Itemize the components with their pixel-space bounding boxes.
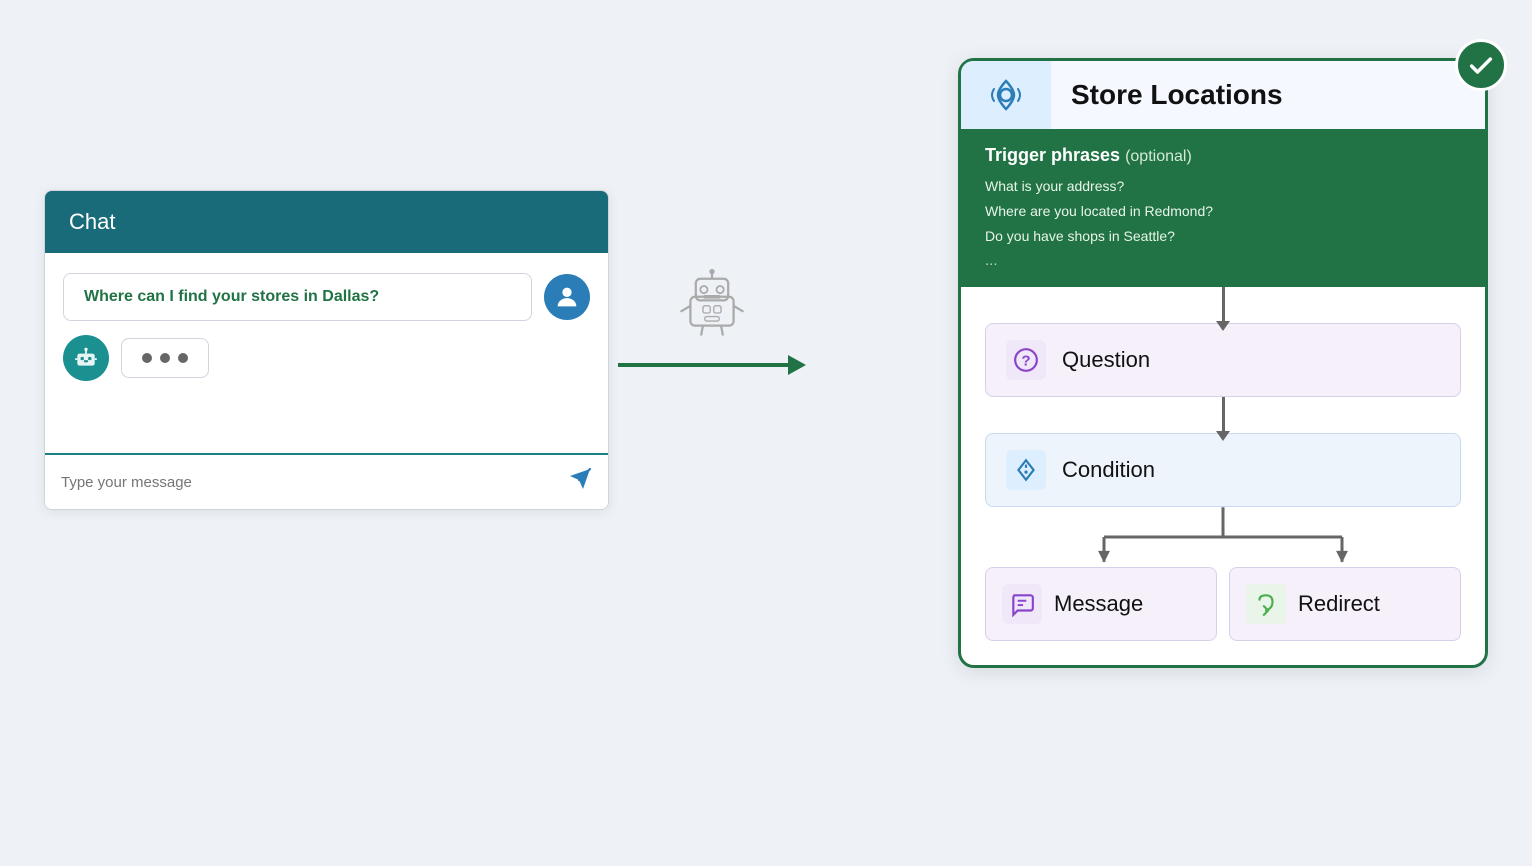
flow-icon-box — [961, 61, 1051, 129]
send-icon[interactable] — [568, 467, 592, 497]
trigger-phrase-3: Do you have shops in Seattle? — [985, 224, 1461, 249]
user-message-row: Where can I find your stores in Dallas? — [63, 273, 590, 321]
trigger-label: Trigger phrases (optional) — [985, 145, 1461, 166]
chat-header-label: Chat — [69, 209, 115, 234]
redirect-node[interactable]: Redirect — [1229, 567, 1461, 641]
connection-arrow — [618, 355, 806, 375]
question-icon: ? — [1013, 347, 1039, 373]
dot-1 — [142, 353, 152, 363]
condition-label: Condition — [1062, 457, 1155, 483]
trigger-phrase-1: What is your address? — [985, 174, 1461, 199]
chat-panel: Chat Where can I find your stores in Dal… — [44, 190, 609, 510]
flow-title-box: Store Locations — [1051, 61, 1485, 129]
redirect-label: Redirect — [1298, 591, 1380, 617]
flow-panel: Store Locations Trigger phrases (optiona… — [958, 58, 1488, 668]
arrow-to-question — [1222, 287, 1225, 323]
message-icon-box — [1002, 584, 1042, 624]
chat-body: Where can I find your stores in Dallas? — [45, 253, 608, 453]
trigger-phrase-2: Where are you located in Redmond? — [985, 199, 1461, 224]
branch-lines-svg — [985, 507, 1461, 567]
message-label: Message — [1054, 591, 1143, 617]
svg-text:?: ? — [1021, 352, 1030, 369]
redirect-icon-box — [1246, 584, 1286, 624]
chat-typing-indicator — [121, 338, 209, 378]
condition-icon-box — [1006, 450, 1046, 490]
user-message-bubble: Where can I find your stores in Dallas? — [63, 273, 532, 321]
canvas: Chat Where can I find your stores in Dal… — [0, 0, 1532, 866]
robot-icon — [676, 268, 748, 345]
message-node[interactable]: Message — [985, 567, 1217, 641]
branch-nodes: Message Redirect — [985, 567, 1461, 641]
bot-typing-row — [63, 335, 590, 381]
store-icon — [984, 73, 1028, 117]
user-icon — [553, 283, 581, 311]
trigger-phrases-section: Trigger phrases (optional) What is your … — [961, 129, 1485, 287]
chat-header: Chat — [45, 191, 608, 253]
flow-title: Store Locations — [1071, 79, 1283, 111]
condition-icon — [1013, 457, 1039, 483]
chat-input-row — [45, 453, 608, 509]
question-node[interactable]: ? Question — [985, 323, 1461, 397]
flow-header-card: Store Locations — [961, 61, 1485, 129]
condition-node[interactable]: Condition — [985, 433, 1461, 507]
chat-input[interactable] — [61, 474, 568, 491]
question-icon-box: ? — [1006, 340, 1046, 380]
avatar — [544, 274, 590, 320]
bot-svg — [73, 345, 99, 371]
arrow-area — [618, 268, 806, 375]
flow-nodes: ? Question Condition — [961, 287, 1485, 641]
question-label: Question — [1062, 347, 1150, 373]
arrow-to-condition — [1222, 397, 1225, 433]
bot-icon — [63, 335, 109, 381]
trigger-more: ... — [985, 252, 1461, 269]
dot-2 — [160, 353, 170, 363]
dot-3 — [178, 353, 188, 363]
message-icon — [1009, 591, 1035, 617]
checkmark-badge — [1455, 39, 1507, 91]
redirect-icon — [1253, 591, 1279, 617]
